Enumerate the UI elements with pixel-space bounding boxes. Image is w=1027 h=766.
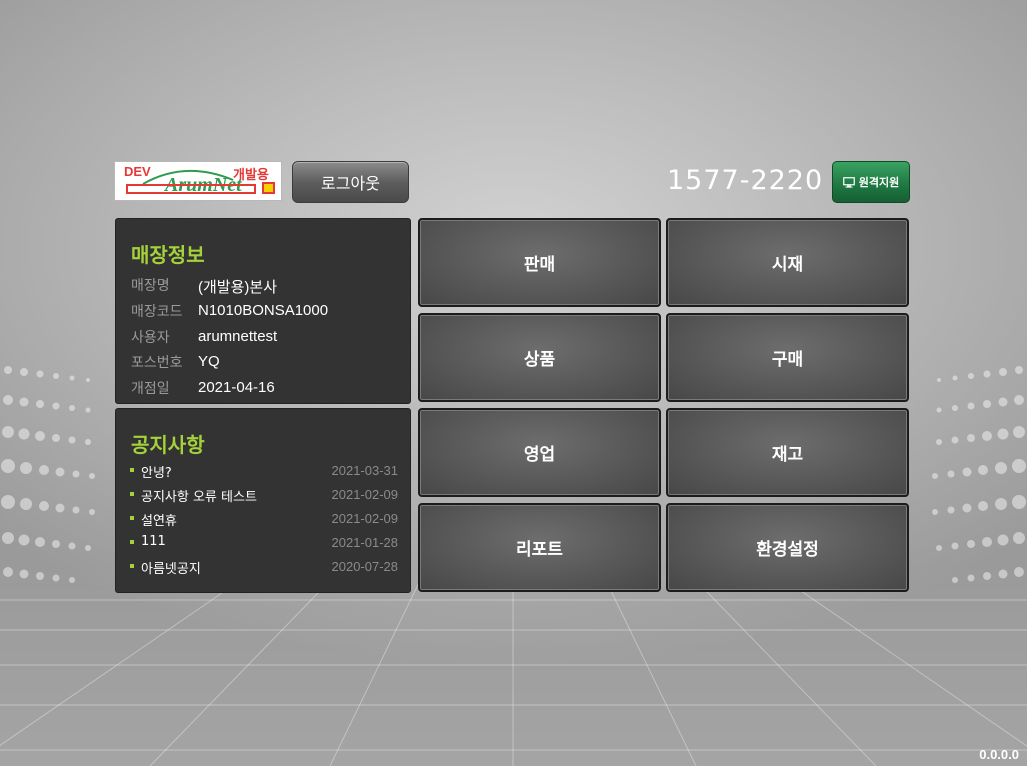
info-value: arumnettest bbox=[198, 328, 278, 345]
logo-dev-tag: DEV bbox=[124, 164, 151, 179]
info-label: 사용자 bbox=[131, 330, 170, 346]
notice-date: 2021-02-09 bbox=[331, 487, 399, 502]
inventory-button[interactable]: 재고 bbox=[666, 408, 909, 497]
sales-button[interactable]: 판매 bbox=[418, 218, 661, 307]
store-info-panel: 매장정보 매장명 (개발용)본사 매장코드 N1010BONSA1000 사용자… bbox=[115, 218, 411, 404]
store-info-title: 매장정보 bbox=[131, 243, 205, 267]
logout-button[interactable]: 로그아웃 bbox=[292, 161, 409, 203]
monitor-icon bbox=[842, 176, 855, 188]
notice-text: 111 bbox=[141, 534, 166, 549]
notice-item[interactable]: 안녕? 2021-03-31 bbox=[130, 462, 398, 482]
notice-item[interactable]: 아름넷공지 2020-07-28 bbox=[130, 558, 398, 578]
notice-item[interactable]: 공지사항 오류 테스트 2021-02-09 bbox=[130, 486, 398, 506]
opening-date-row: 개점일 2021-04-16 bbox=[131, 378, 401, 400]
notice-text: 공지사항 오류 테스트 bbox=[141, 490, 257, 505]
notice-text: 안녕? bbox=[141, 466, 172, 481]
notice-panel: 공지사항 안녕? 2021-03-31 공지사항 오류 테스트 2021-02-… bbox=[115, 408, 411, 593]
notice-date: 2021-02-09 bbox=[331, 511, 399, 526]
info-label: 매장코드 bbox=[131, 304, 183, 320]
company-logo: ArumNet DEV 개발용 bbox=[114, 161, 282, 201]
info-value: N1010BONSA1000 bbox=[198, 302, 329, 319]
business-button[interactable]: 영업 bbox=[418, 408, 661, 497]
notice-date: 2021-01-28 bbox=[331, 535, 399, 550]
purchase-button[interactable]: 구매 bbox=[666, 313, 909, 402]
report-button[interactable]: 리포트 bbox=[418, 503, 661, 592]
notice-item[interactable]: 설연휴 2021-02-09 bbox=[130, 510, 398, 530]
info-value: 2021-04-16 bbox=[198, 379, 275, 396]
notice-item[interactable]: 111 2021-01-28 bbox=[130, 534, 398, 554]
settings-button[interactable]: 환경설정 bbox=[666, 503, 909, 592]
logo-dev-tag-korean: 개발용 bbox=[233, 168, 269, 183]
info-label: 매장명 bbox=[131, 278, 170, 294]
info-value: (개발용)본사 bbox=[198, 279, 277, 296]
remote-support-label: 원격지원 bbox=[858, 176, 900, 189]
background-dots-right bbox=[932, 366, 1026, 583]
version-label: 0.0.0.0 bbox=[979, 747, 1019, 762]
notice-text: 아름넷공지 bbox=[141, 562, 201, 577]
info-label: 포스번호 bbox=[131, 355, 183, 371]
cash-button[interactable]: 시재 bbox=[666, 218, 909, 307]
background-dots-left bbox=[1, 366, 95, 583]
remote-support-button[interactable]: 원격지원 bbox=[832, 161, 910, 203]
bullet-icon bbox=[130, 564, 134, 568]
notice-text: 설연휴 bbox=[141, 514, 177, 529]
notice-date: 2021-03-31 bbox=[331, 463, 399, 478]
bullet-icon bbox=[130, 468, 134, 472]
notice-title: 공지사항 bbox=[131, 433, 205, 457]
bullet-icon bbox=[130, 516, 134, 520]
info-value: YQ bbox=[198, 353, 220, 370]
store-code-row: 매장코드 N1010BONSA1000 bbox=[131, 301, 401, 323]
user-row: 사용자 arumnettest bbox=[131, 327, 401, 349]
support-phone-number: 1577-2220 bbox=[667, 165, 824, 196]
products-button[interactable]: 상품 bbox=[418, 313, 661, 402]
bullet-icon bbox=[130, 540, 134, 544]
notice-date: 2020-07-28 bbox=[331, 559, 399, 574]
info-label: 개점일 bbox=[131, 381, 170, 397]
pos-number-row: 포스번호 YQ bbox=[131, 352, 401, 374]
bullet-icon bbox=[130, 492, 134, 496]
store-name-row: 매장명 (개발용)본사 bbox=[131, 275, 401, 297]
top-bar: ArumNet DEV 개발용 로그아웃 1577-2220 원격지원 bbox=[114, 160, 911, 204]
